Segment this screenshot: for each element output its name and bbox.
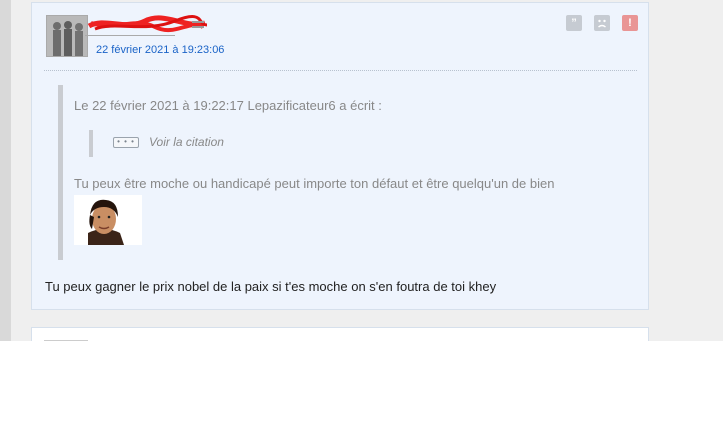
- avatar-silhouettes: [47, 16, 87, 56]
- quoted-text: Tu peux être moche ou handicapé peut imp…: [74, 176, 555, 191]
- next-post-avatar: [44, 340, 88, 341]
- sad-face-icon: [598, 19, 606, 28]
- forum-viewport: 22 février 2021 à 19:23:06 ” ! Le 22 fév…: [0, 0, 723, 341]
- show-quote-button[interactable]: • • •: [113, 137, 139, 148]
- quote-header: Le 22 février 2021 à 19:22:17 Lepazifica…: [74, 98, 382, 113]
- sad-face-button[interactable]: [594, 15, 610, 31]
- quote-button[interactable]: ”: [566, 15, 582, 31]
- quote-icon: ”: [571, 17, 577, 29]
- separator: [44, 70, 637, 71]
- post-date[interactable]: 22 février 2021 à 19:23:06: [96, 44, 224, 56]
- report-button[interactable]: !: [622, 15, 638, 31]
- reply-text: Tu peux gagner le prix nobel de la paix …: [45, 279, 497, 294]
- settings-icon[interactable]: [190, 18, 206, 34]
- avatar[interactable]: [46, 15, 88, 57]
- nested-quote: • • • Voir la citation: [89, 130, 224, 157]
- left-gutter: [0, 0, 11, 341]
- next-forum-post: [31, 327, 649, 341]
- forum-post: 22 février 2021 à 19:23:06 ” ! Le 22 fév…: [31, 2, 649, 310]
- show-quote-label[interactable]: Voir la citation: [149, 135, 224, 149]
- sticker-image: [74, 195, 142, 245]
- alert-icon: !: [628, 17, 632, 29]
- quote-block: Le 22 février 2021 à 19:22:17 Lepazifica…: [58, 85, 635, 260]
